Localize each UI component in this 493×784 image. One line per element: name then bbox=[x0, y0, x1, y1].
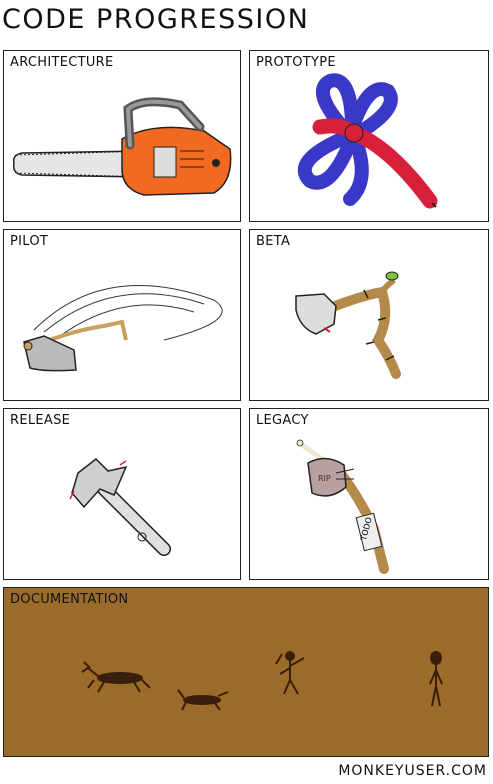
legacy-head-text: RIP bbox=[318, 474, 331, 483]
panel-documentation: DOCUMENTATION bbox=[3, 587, 489, 757]
cave-animal-icon bbox=[177, 689, 229, 711]
cave-painting-illustration bbox=[81, 651, 443, 711]
cave-figure-icon bbox=[429, 651, 443, 707]
comic-title: CODE PROGRESSION bbox=[2, 4, 310, 35]
panel-beta: BETA bbox=[249, 229, 489, 401]
cave-person-icon bbox=[275, 651, 305, 695]
panel-release: RELEASE bbox=[3, 408, 241, 580]
cave-animal-icon bbox=[81, 661, 151, 693]
panel-legacy: LEGACY TODO RIP bbox=[249, 408, 489, 580]
patched-axe-illustration: TODO RIP bbox=[296, 439, 389, 574]
chainsaw-illustration bbox=[12, 97, 232, 196]
panel-architecture: ARCHITECTURE bbox=[3, 50, 241, 222]
double-axe-illustration bbox=[69, 458, 171, 556]
swinging-axe-illustration bbox=[23, 285, 223, 372]
panel-pilot: PILOT bbox=[3, 229, 241, 401]
branch-axe-illustration bbox=[295, 271, 401, 379]
site-credit: MONKEYUSER.COM bbox=[338, 763, 487, 779]
balloon-animal-illustration bbox=[297, 73, 438, 209]
panel-prototype: PROTOTYPE bbox=[249, 50, 489, 222]
